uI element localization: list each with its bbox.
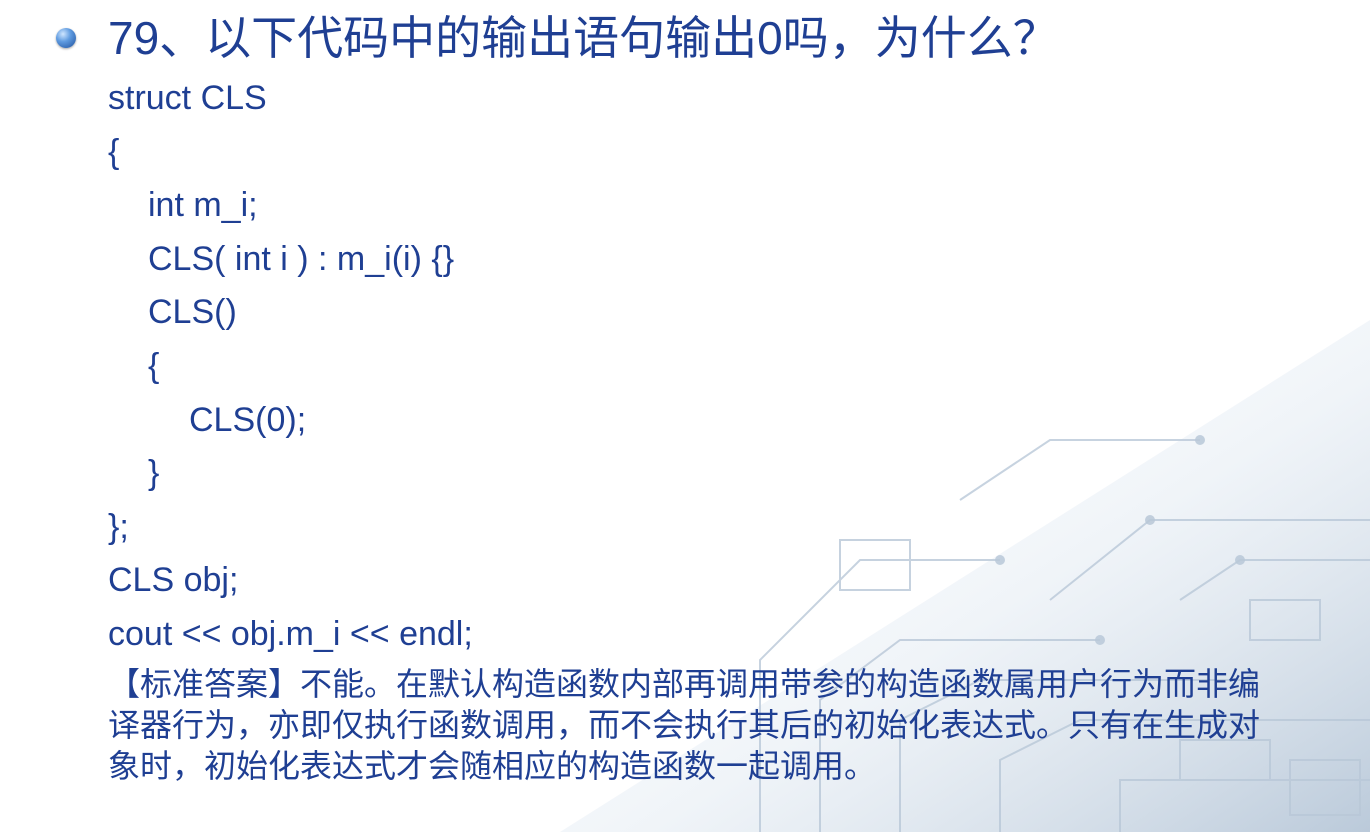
code-line: } — [148, 454, 160, 493]
blue-sphere-bullet-icon — [56, 28, 76, 48]
code-line: struct CLS — [108, 79, 267, 117]
slide-title: 79、以下代码中的输出语句输出0吗，为什么？ — [108, 12, 1059, 64]
code-line: CLS( int i ) : m_i(i) {} — [148, 239, 455, 278]
code-line: { — [148, 346, 160, 385]
code-line: cout << obj.m_i << endl; — [108, 614, 473, 653]
code-line: CLS obj; — [108, 561, 239, 600]
code-line: }; — [108, 507, 129, 546]
standard-answer: 【标准答案】不能。在默认构造函数内部再调用带参的构造函数属用户行为而非编译器行为… — [108, 666, 1261, 784]
code-line: { — [108, 132, 120, 171]
slide: 79、以下代码中的输出语句输出0吗，为什么？ struct CLS { int … — [0, 0, 1370, 832]
code-line: CLS() — [148, 293, 237, 332]
code-block: struct CLS { int m_i; CLS( int i ) : m_i… — [108, 72, 473, 662]
code-line: CLS(0); — [189, 400, 307, 439]
code-line: int m_i; — [148, 186, 258, 225]
